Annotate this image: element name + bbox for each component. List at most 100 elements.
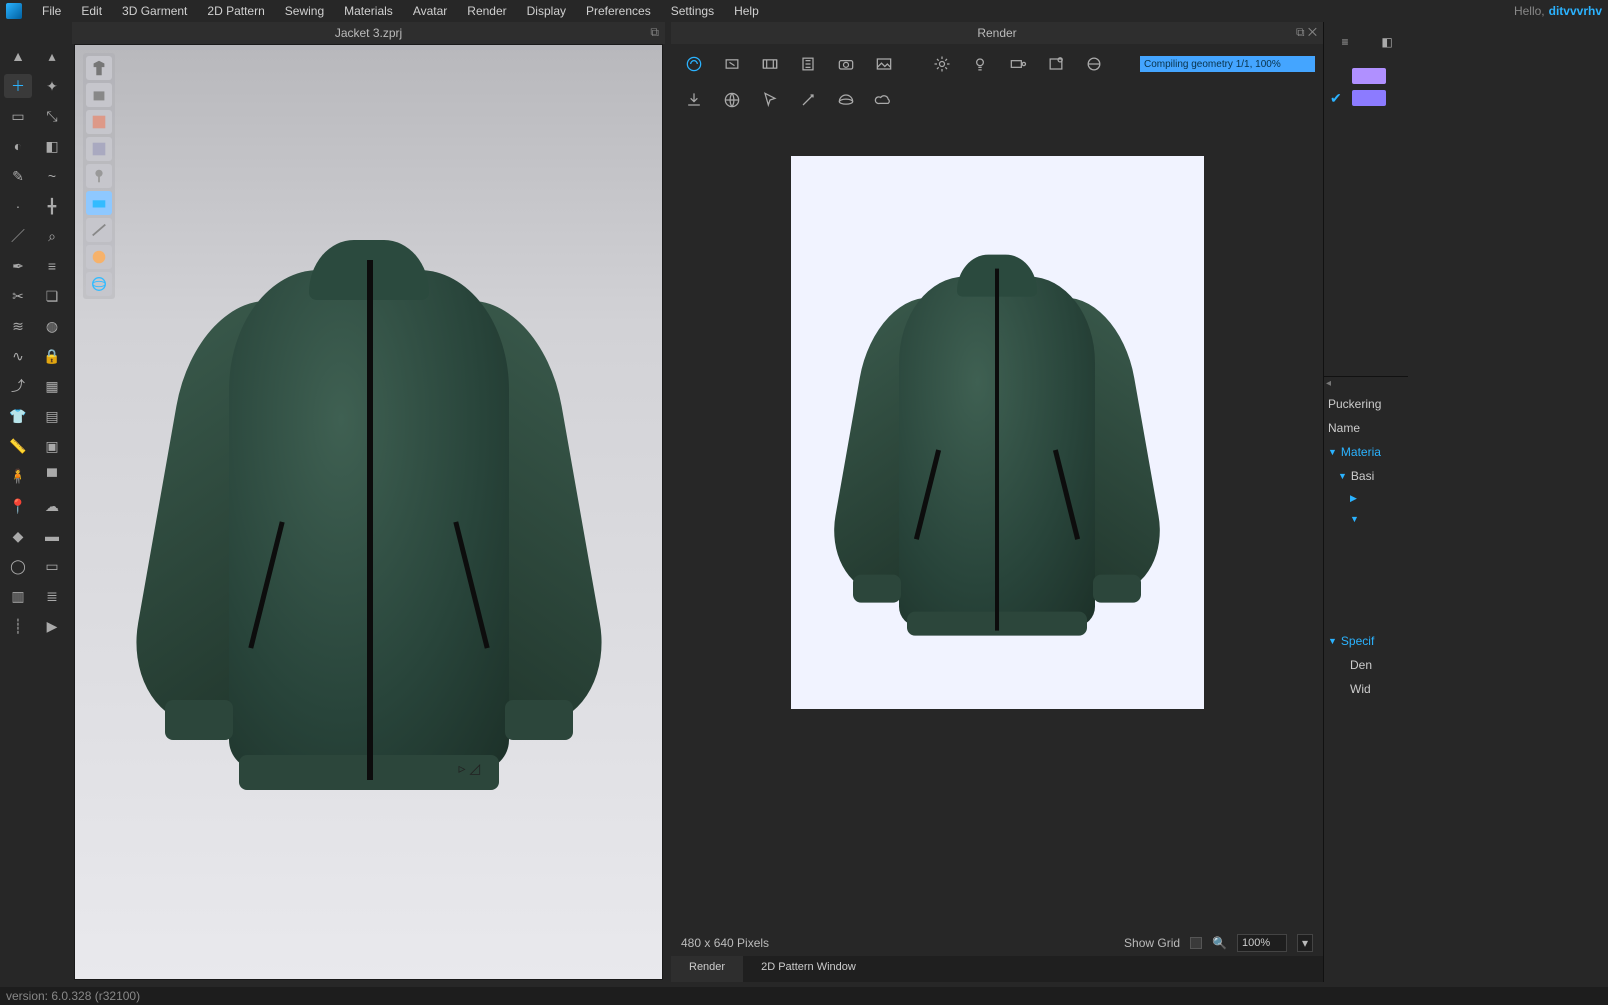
button-tool[interactable]: ◯ xyxy=(4,554,32,578)
menu-2d-pattern[interactable]: 2D Pattern xyxy=(197,1,274,21)
arrange-tool[interactable]: ◧ xyxy=(38,134,66,158)
seam-allowance-tool[interactable]: ≡ xyxy=(38,254,66,278)
render-cursor-icon[interactable] xyxy=(755,85,785,115)
render-stage[interactable] xyxy=(671,116,1323,930)
tab-render[interactable]: Render xyxy=(671,956,743,982)
add-segment-tool[interactable]: ╋ xyxy=(38,194,66,218)
add-point-tool[interactable]: · xyxy=(4,194,32,218)
layer-row[interactable] xyxy=(1330,68,1402,84)
bond-tool[interactable]: ▬ xyxy=(38,524,66,548)
prop-specific[interactable]: Specif xyxy=(1341,634,1374,648)
render-turntable-icon[interactable] xyxy=(793,49,823,79)
render-needle-icon[interactable] xyxy=(793,85,823,115)
gizmo-tool[interactable]: ✦ xyxy=(38,74,66,98)
chevron-right-icon[interactable]: ▶ xyxy=(1350,493,1357,504)
mode-shade-icon[interactable] xyxy=(86,191,112,215)
render-light-icon[interactable] xyxy=(965,49,995,79)
layer-swatch[interactable] xyxy=(1352,90,1386,106)
chevron-down-icon[interactable]: ▼ xyxy=(1328,447,1337,457)
prop-puckering[interactable]: Puckering xyxy=(1328,397,1404,411)
menu-settings[interactable]: Settings xyxy=(661,1,724,21)
render-dome-icon[interactable] xyxy=(831,85,861,115)
render-undock-icon[interactable]: ⧉ ✕ xyxy=(1296,25,1317,40)
chevron-down-icon[interactable]: ▼ xyxy=(1338,471,1347,481)
internal-line-tool[interactable]: ／ xyxy=(4,224,32,248)
pin-tool[interactable]: 📍 xyxy=(4,494,32,518)
zipper-tool[interactable]: ▥ xyxy=(4,584,32,608)
panel-collapse-handle-icon[interactable] xyxy=(1324,381,1408,391)
zoom-input[interactable] xyxy=(1237,934,1287,952)
free-sewing-tool[interactable]: ∿ xyxy=(4,344,32,368)
graphic-tool[interactable]: ▤ xyxy=(38,404,66,428)
globe-tool[interactable]: ◍ xyxy=(38,314,66,338)
username[interactable]: ditvvvrhv xyxy=(1549,4,1602,18)
mode-pin-icon[interactable] xyxy=(86,164,112,188)
thumbnail-view-icon[interactable]: ◧ xyxy=(1376,31,1398,53)
chevron-down-icon[interactable]: ▼ xyxy=(1328,636,1337,646)
menu-materials[interactable]: Materials xyxy=(334,1,403,21)
menu-preferences[interactable]: Preferences xyxy=(576,1,661,21)
pleat-tool[interactable]: ≣ xyxy=(38,584,66,608)
render-sync-icon[interactable] xyxy=(679,49,709,79)
render-final-icon[interactable] xyxy=(717,49,747,79)
mode-arrangement-icon[interactable] xyxy=(86,137,112,161)
grading-tool[interactable]: ▀ xyxy=(38,464,66,488)
mode-texture-surface-icon[interactable] xyxy=(86,110,112,134)
layer-visible-icon[interactable] xyxy=(1330,68,1346,84)
lock-tool[interactable]: 🔒 xyxy=(38,344,66,368)
layer-row[interactable]: ✔ xyxy=(1330,90,1402,106)
measure-tool[interactable]: 📏 xyxy=(4,434,32,458)
menu-avatar[interactable]: Avatar xyxy=(403,1,457,21)
topstitch-tool[interactable]: ┊ xyxy=(4,614,32,638)
menu-sewing[interactable]: Sewing xyxy=(275,1,334,21)
menu-help[interactable]: Help xyxy=(724,1,769,21)
prop-material[interactable]: Materia xyxy=(1341,445,1381,459)
render-image-icon[interactable] xyxy=(869,49,899,79)
garment-fit-tool[interactable]: 👕 xyxy=(4,404,32,428)
texture-tool[interactable]: ▦ xyxy=(38,374,66,398)
menu-display[interactable]: Display xyxy=(517,1,576,21)
simulate-tool[interactable]: ▶ xyxy=(38,614,66,638)
piping-tool[interactable]: ▭ xyxy=(38,554,66,578)
render-world-icon[interactable] xyxy=(717,85,747,115)
select-mesh-tool[interactable]: ▴ xyxy=(38,44,66,68)
transform-tool[interactable]: ⤡ xyxy=(38,104,66,128)
render-camera-settings-icon[interactable] xyxy=(1003,49,1033,79)
undock-icon[interactable]: ⧉ xyxy=(650,25,659,40)
layer-tool[interactable]: ❏ xyxy=(38,284,66,308)
mode-stress-map-icon[interactable] xyxy=(86,218,112,242)
list-view-icon[interactable]: ≡ xyxy=(1334,31,1356,53)
render-cloud-icon[interactable] xyxy=(869,85,899,115)
menu-render[interactable]: Render xyxy=(457,1,516,21)
select-tool[interactable]: ▲ xyxy=(4,44,32,68)
prop-density[interactable]: Den xyxy=(1328,658,1404,672)
viewport-3d[interactable]: ▹ ◿ xyxy=(74,44,663,980)
mode-globe-icon[interactable] xyxy=(86,272,112,296)
render-snapshot-icon[interactable] xyxy=(831,49,861,79)
render-settings-icon[interactable] xyxy=(927,49,957,79)
prop-name[interactable]: Name xyxy=(1328,421,1404,435)
print-layout-tool[interactable]: ▣ xyxy=(38,434,66,458)
tack-tool[interactable]: ◆ xyxy=(4,524,32,548)
mode-avatar-display-icon[interactable] xyxy=(86,83,112,107)
mode-avatar-skin-icon[interactable] xyxy=(86,245,112,269)
rect-select-tool[interactable]: ▭ xyxy=(4,104,32,128)
pen-tool[interactable]: ✒ xyxy=(4,254,32,278)
render-export-settings-icon[interactable] xyxy=(1041,49,1071,79)
lasso-tool[interactable]: ◐ xyxy=(4,134,32,158)
show-grid-checkbox[interactable] xyxy=(1190,937,1202,949)
render-env-icon[interactable] xyxy=(1079,49,1109,79)
layer-visible-icon[interactable]: ✔ xyxy=(1330,90,1346,106)
menu-file[interactable]: File xyxy=(32,1,71,21)
chevron-down-icon[interactable]: ▼ xyxy=(1350,514,1359,524)
edit-pattern-tool[interactable]: ✎ xyxy=(4,164,32,188)
layer-swatch[interactable] xyxy=(1352,68,1386,84)
zoom-dropdown-icon[interactable]: ▾ xyxy=(1297,934,1313,952)
menu-edit[interactable]: Edit xyxy=(71,1,112,21)
mode-garment-display-icon[interactable] xyxy=(86,56,112,80)
smooth-tool[interactable]: ~ xyxy=(38,164,66,188)
menu-3d-garment[interactable]: 3D Garment xyxy=(112,1,197,21)
scissors-tool[interactable]: ✂ xyxy=(4,284,32,308)
render-download-icon[interactable] xyxy=(679,85,709,115)
trace-tool[interactable]: ⌕ xyxy=(38,224,66,248)
